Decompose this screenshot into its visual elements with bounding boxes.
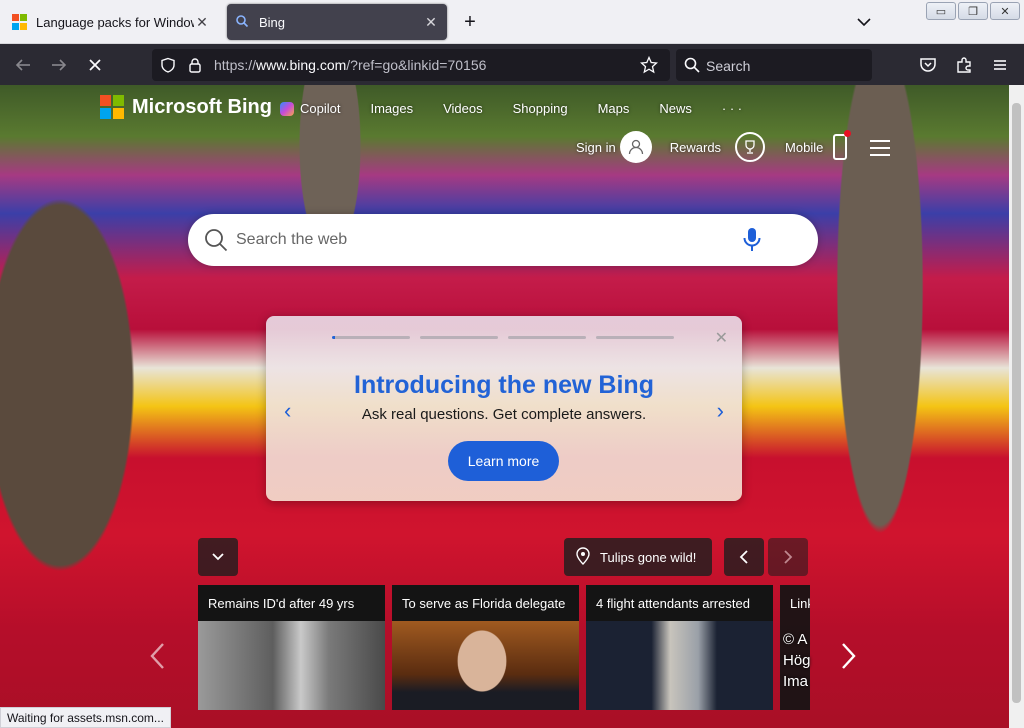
lock-icon[interactable]: [188, 57, 202, 78]
pocket-icon[interactable]: [915, 52, 941, 78]
navigation-toolbar: https://www.bing.com/?ref=go&linkid=7015…: [0, 44, 1024, 85]
news-thumbnail: [586, 621, 773, 710]
list-all-tabs-chevron-down-icon[interactable]: [852, 12, 876, 32]
settings-hamburger-icon[interactable]: [870, 140, 890, 156]
copyright-line: © A: [783, 631, 808, 648]
carousel-title: Introducing the new Bing: [354, 371, 654, 399]
avatar[interactable]: [619, 131, 652, 163]
rewards-link[interactable]: Rewards: [670, 140, 721, 155]
news-card[interactable]: Remains ID'd after 49 yrs: [198, 585, 385, 710]
scrollbar-thumb[interactable]: [1012, 103, 1021, 703]
scope-label: Copilot: [300, 101, 341, 116]
scope-copilot[interactable]: Copilot: [280, 101, 340, 116]
microphone-icon[interactable]: [742, 227, 762, 258]
news-card[interactable]: 4 flight attendants arrested: [586, 585, 773, 710]
tab-language-packs[interactable]: Language packs for Windows - ✕: [4, 4, 218, 40]
status-bar: Waiting for assets.msn.com...: [0, 707, 171, 728]
news-thumbnail: [392, 621, 579, 710]
scope-images[interactable]: Images: [370, 101, 413, 116]
identity-bar: Sign in Rewards Mobile: [576, 130, 852, 163]
close-tab-icon[interactable]: ✕: [194, 14, 210, 31]
bookmark-star-icon[interactable]: [639, 55, 659, 79]
url-host: www.bing.com: [256, 57, 347, 73]
carousel-subtitle: Ask real questions. Get complete answers…: [361, 406, 647, 423]
promo-carousel: ✕ ‹ › Introducing the new Bing Ask real …: [266, 316, 742, 501]
tab-title: Language packs for Windows -: [36, 14, 194, 30]
microsoft-favicon-icon: [12, 14, 28, 30]
close-carousel-icon[interactable]: ✕: [715, 328, 728, 348]
learn-more-button[interactable]: Learn more: [448, 441, 559, 481]
carousel-indicator[interactable]: [596, 336, 674, 339]
carousel-indicator[interactable]: [420, 336, 498, 339]
back-button[interactable]: [10, 52, 36, 78]
scope-news[interactable]: News: [659, 101, 692, 116]
tracking-protection-shield-icon[interactable]: [160, 57, 176, 78]
image-info-chip[interactable]: Tulips gone wild!: [564, 538, 713, 576]
search-icon: [684, 57, 700, 78]
minimize-button[interactable]: ▭: [926, 2, 956, 20]
mobile-phone-icon[interactable]: [833, 130, 852, 160]
news-next-chevron-icon[interactable]: [838, 641, 858, 676]
scope-more-ellipsis[interactable]: · · ·: [722, 101, 742, 116]
image-location-text: Tulips gone wild!: [600, 549, 697, 565]
url-scheme: https://: [214, 57, 257, 73]
restore-button[interactable]: ❐: [958, 2, 988, 20]
tab-strip: Language packs for Windows - ✕ Bing ✕ + …: [0, 0, 1024, 44]
scope-maps[interactable]: Maps: [598, 101, 630, 116]
page-scrollbar[interactable]: [1009, 85, 1024, 728]
url-path: /?ref=go&linkid=70156: [346, 57, 487, 73]
news-headline: Link: [790, 596, 810, 611]
search-placeholder: Search: [706, 58, 751, 74]
carousel-indicator[interactable]: [332, 336, 410, 339]
news-card[interactable]: To serve as Florida delegate: [392, 585, 579, 710]
new-tab-button[interactable]: +: [458, 10, 482, 34]
copyright-line: Ima: [783, 673, 809, 690]
search-favicon-icon: [235, 14, 251, 30]
arrow-left-icon: [15, 59, 30, 71]
close-window-button[interactable]: ✕: [990, 2, 1020, 20]
address-bar[interactable]: https://www.bing.com/?ref=go&linkid=7015…: [152, 49, 670, 81]
next-image-chevron-right-icon[interactable]: [768, 538, 808, 576]
bing-homepage: Microsoft Bing Copilot Images Videos Sho…: [0, 85, 1009, 728]
forward-button[interactable]: [46, 52, 72, 78]
carousel-indicator[interactable]: [508, 336, 586, 339]
image-copyright[interactable]: © A Hög Ima: [783, 629, 811, 692]
mobile-link[interactable]: Mobile: [785, 140, 823, 155]
scope-videos[interactable]: Videos: [443, 101, 483, 116]
copilot-icon: [280, 101, 294, 116]
search-icon[interactable]: [204, 228, 228, 257]
news-thumbnail: [198, 621, 385, 710]
sign-in-link[interactable]: Sign in: [576, 140, 616, 155]
expand-feed-chevron-down-icon[interactable]: [198, 538, 238, 576]
previous-image-chevron-left-icon[interactable]: [724, 538, 764, 576]
news-prev-chevron-icon[interactable]: [148, 641, 168, 676]
menu-hamburger-icon[interactable]: [987, 52, 1013, 78]
search-input[interactable]: [236, 228, 736, 252]
news-headline: To serve as Florida delegate: [392, 585, 579, 621]
url-text[interactable]: https://www.bing.com/?ref=go&linkid=7015…: [214, 57, 486, 73]
brand-name: Microsoft Bing: [132, 95, 272, 118]
trophy-icon[interactable]: [735, 132, 766, 162]
scope-navigation: Copilot Images Videos Shopping Maps News…: [280, 101, 772, 116]
arrow-right-icon: [52, 59, 67, 71]
tab-title: Bing: [259, 14, 286, 30]
web-search-box[interactable]: [188, 214, 818, 266]
scope-shopping[interactable]: Shopping: [513, 101, 568, 116]
copyright-line: Hög: [783, 652, 811, 669]
news-headline: Remains ID'd after 49 yrs: [198, 585, 385, 621]
tab-bing[interactable]: Bing ✕: [227, 4, 447, 40]
browser-search-bar[interactable]: Search: [676, 49, 872, 81]
news-headline: 4 flight attendants arrested: [586, 585, 773, 621]
stop-x-icon: [89, 59, 101, 71]
bing-logo[interactable]: Microsoft Bing: [100, 95, 272, 119]
close-tab-icon[interactable]: ✕: [423, 14, 439, 31]
microsoft-logo-icon: [100, 95, 124, 119]
person-icon: [628, 139, 643, 155]
carousel-indicators: [332, 336, 684, 339]
location-pin-icon: [576, 546, 590, 568]
extensions-puzzle-icon[interactable]: [951, 52, 977, 78]
stop-loading-button[interactable]: [82, 52, 108, 78]
